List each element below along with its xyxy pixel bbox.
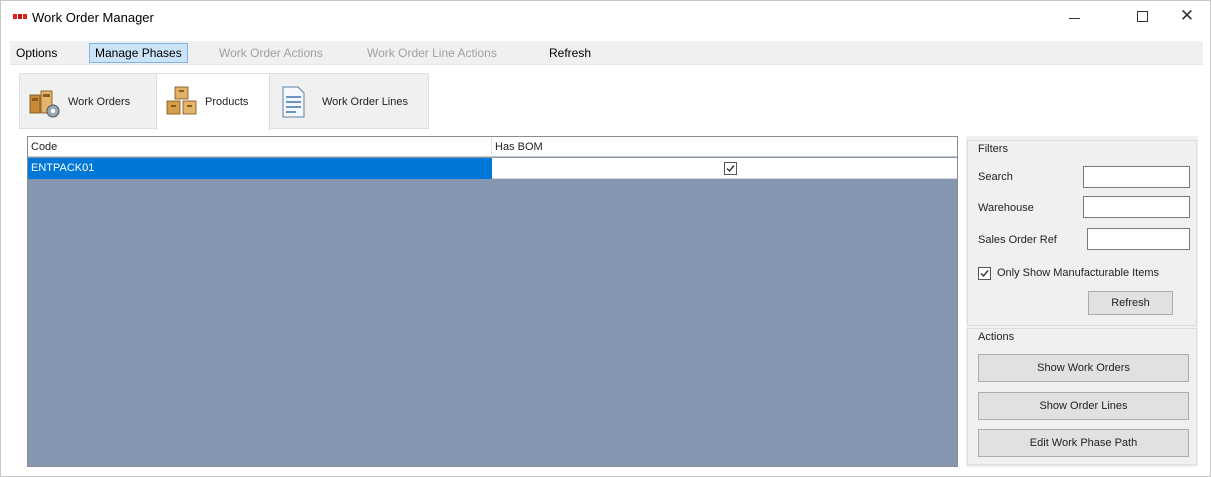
only-manufacturable-row[interactable]: Only Show Manufacturable Items — [978, 265, 1159, 281]
products-icon — [165, 85, 199, 119]
tab-products[interactable]: Products — [156, 74, 270, 130]
tab-work-order-lines-label: Work Order Lines — [322, 96, 408, 108]
actions-title: Actions — [977, 331, 1016, 343]
show-order-lines-button[interactable]: Show Order Lines — [978, 392, 1189, 420]
filters-group: Filters Search Warehouse Sales Order Ref… — [967, 140, 1197, 326]
table-row[interactable]: ENTPACK01 — [28, 158, 957, 179]
filters-title: Filters — [977, 143, 1009, 155]
title-bar: Work Order Manager ✕ — [1, 1, 1210, 37]
tab-work-orders[interactable]: Work Orders — [28, 74, 156, 130]
minimize-icon — [1068, 17, 1080, 19]
menu-bar: Options Manage Phases Work Order Actions… — [10, 41, 1203, 65]
view-toolbar: Work Orders Products Work Order Lines — [19, 73, 429, 130]
check-icon — [980, 269, 989, 277]
tab-products-label: Products — [205, 96, 249, 108]
cell-has-bom[interactable] — [492, 158, 957, 179]
menu-work-order-actions[interactable]: Work Order Actions — [217, 43, 325, 63]
menu-work-order-line-actions[interactable]: Work Order Line Actions — [365, 43, 499, 63]
column-header-code[interactable]: Code — [28, 137, 492, 157]
sales-order-ref-label: Sales Order Ref — [978, 234, 1057, 246]
app-logo-icon — [13, 14, 27, 20]
only-manufacturable-checkbox[interactable] — [978, 266, 991, 280]
search-input[interactable] — [1083, 166, 1190, 188]
close-icon: ✕ — [1179, 6, 1195, 26]
app-window: Work Order Manager ✕ Options Manage Phas… — [0, 0, 1211, 477]
grid-header: Code Has BOM — [28, 137, 957, 157]
maximize-button[interactable] — [1119, 1, 1165, 31]
column-header-has-bom[interactable]: Has BOM — [492, 137, 957, 157]
actions-group: Actions Show Work Orders Show Order Line… — [967, 328, 1197, 465]
maximize-icon — [1136, 10, 1148, 22]
minimize-button[interactable] — [1051, 1, 1097, 31]
warehouse-label: Warehouse — [978, 202, 1034, 214]
document-icon — [276, 85, 310, 119]
close-button[interactable]: ✕ — [1164, 1, 1210, 31]
menu-refresh[interactable]: Refresh — [547, 43, 593, 63]
check-icon — [726, 165, 735, 173]
side-panel: Filters Search Warehouse Sales Order Ref… — [966, 136, 1198, 467]
menu-options[interactable]: Options — [14, 43, 59, 63]
refresh-button[interactable]: Refresh — [1088, 291, 1173, 315]
cell-code[interactable]: ENTPACK01 — [28, 158, 492, 179]
search-label: Search — [978, 171, 1013, 183]
work-orders-icon — [28, 85, 62, 119]
products-grid[interactable]: Code Has BOM ENTPACK01 — [27, 136, 958, 467]
warehouse-input[interactable] — [1083, 196, 1190, 218]
edit-work-phase-path-button[interactable]: Edit Work Phase Path — [978, 429, 1189, 457]
sales-order-ref-input[interactable] — [1087, 228, 1190, 250]
tab-work-orders-label: Work Orders — [68, 96, 131, 108]
has-bom-checkbox[interactable] — [724, 162, 737, 175]
menu-manage-phases[interactable]: Manage Phases — [89, 43, 188, 63]
only-manufacturable-label: Only Show Manufacturable Items — [997, 267, 1160, 279]
show-work-orders-button[interactable]: Show Work Orders — [978, 354, 1189, 382]
window-title: Work Order Manager — [32, 10, 154, 25]
tab-work-order-lines[interactable]: Work Order Lines — [276, 74, 426, 130]
